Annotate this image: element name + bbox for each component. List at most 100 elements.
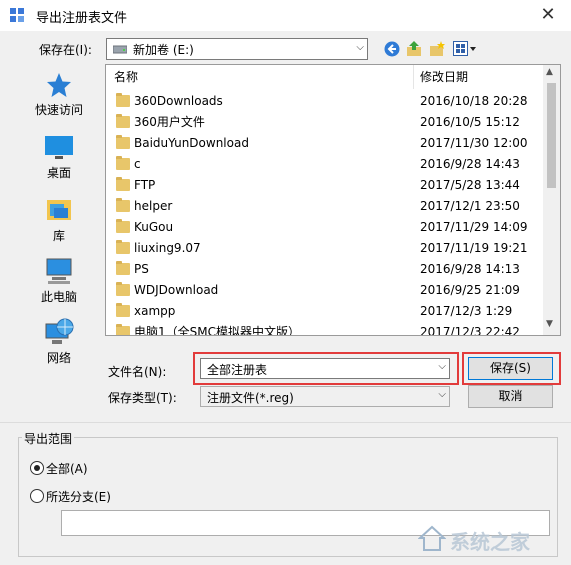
watermark-house-icon <box>418 525 446 551</box>
file-name: c <box>134 157 141 171</box>
file-date: 2016/9/28 14:43 <box>420 157 520 171</box>
sidebar-item-network[interactable]: 网络 <box>20 318 98 366</box>
filetype-label: 保存类型(T): <box>108 391 177 405</box>
file-name: PS <box>134 262 149 276</box>
save-dialog: 导出注册表文件 ✕ 保存在(I): 新加卷 (E:) ⌵ 快速访问 桌面 库 此… <box>0 0 571 565</box>
window-title: 导出注册表文件 <box>36 11 128 26</box>
sidebar-item-this-pc[interactable]: 此电脑 <box>20 257 98 305</box>
file-date: 2017/11/19 19:21 <box>420 241 528 255</box>
file-name: helper <box>134 199 173 213</box>
filetype-dropdown[interactable]: 注册文件(*.reg) ⌵ <box>200 386 450 407</box>
file-date: 2017/12/3 22:42 <box>420 325 520 336</box>
watermark-logo: 系统之家 <box>418 520 566 556</box>
folder-icon <box>116 177 130 191</box>
file-date: 2017/11/29 14:09 <box>420 220 528 234</box>
file-name: BaiduYunDownload <box>134 136 249 150</box>
file-row[interactable]: 360用户文件 2016/10/5 15:12 <box>106 112 542 133</box>
scroll-thumb[interactable] <box>547 83 556 188</box>
file-date: 2016/9/28 14:13 <box>420 262 520 276</box>
file-row[interactable]: xampp 2017/12/3 1:29 <box>106 301 542 322</box>
save-in-label: 保存在(I): <box>39 43 92 57</box>
quick-access-star-icon <box>47 73 71 97</box>
file-name: FTP <box>134 178 156 192</box>
file-date: 2017/12/3 1:29 <box>420 304 513 318</box>
file-row[interactable]: liuxing9.07 2017/11/19 19:21 <box>106 238 542 259</box>
folder-icon <box>116 135 130 149</box>
save-button[interactable]: 保存(S) <box>468 357 553 380</box>
filename-value: 全部注册表 <box>207 363 268 377</box>
up-folder-icon[interactable] <box>406 40 422 57</box>
vertical-scrollbar[interactable]: ▲ ▼ <box>543 65 560 335</box>
export-range-title: 导出范围 <box>22 430 75 447</box>
file-name: KuGou <box>134 220 174 234</box>
desktop-icon <box>45 136 73 159</box>
file-row[interactable]: BaiduYunDownload 2017/11/30 12:00 <box>106 133 542 154</box>
filename-field[interactable]: 全部注册表 ⌵ <box>200 358 450 379</box>
folder-icon <box>116 114 130 128</box>
network-icon <box>45 318 74 344</box>
column-divider <box>413 65 414 89</box>
scroll-down-icon[interactable]: ▼ <box>546 319 553 329</box>
file-list[interactable]: 名称 ⌃ 修改日期 360Downloads 2016/10/18 20:28 3… <box>105 64 561 336</box>
filename-label: 文件名(N): <box>108 365 167 379</box>
sidebar-item-label: 快速访问 <box>34 103 83 117</box>
file-row[interactable]: PS 2016/9/28 14:13 <box>106 259 542 280</box>
registry-editor-icon <box>10 8 24 22</box>
folder-icon <box>116 198 130 212</box>
title-bar: 导出注册表文件 ✕ <box>0 0 571 31</box>
sidebar-item-desktop[interactable]: 桌面 <box>20 135 98 181</box>
folder-icon <box>116 219 130 233</box>
view-menu-icon[interactable] <box>453 41 477 56</box>
folder-icon <box>116 261 130 275</box>
file-row[interactable]: KuGou 2017/11/29 14:09 <box>106 217 542 238</box>
chevron-down-icon: ⌵ <box>438 361 446 372</box>
file-row[interactable]: 电脑1（全SMC模拟器中文版） 2017/12/3 22:42 <box>106 322 542 336</box>
file-row[interactable]: helper 2017/12/1 23:50 <box>106 196 542 217</box>
close-icon[interactable]: ✕ <box>534 2 562 28</box>
sort-arrow-icon: ⌃ <box>259 64 268 72</box>
back-icon[interactable] <box>384 41 400 57</box>
file-row[interactable]: FTP 2017/5/28 13:44 <box>106 175 542 196</box>
file-date: 2017/12/1 23:50 <box>420 199 520 213</box>
folder-icon <box>116 324 130 335</box>
scroll-up-icon[interactable]: ▲ <box>546 67 553 77</box>
file-name: liuxing9.07 <box>134 241 201 255</box>
column-header-date[interactable]: 修改日期 <box>420 65 540 89</box>
drive-icon <box>113 45 127 54</box>
file-name: 360Downloads <box>134 94 223 108</box>
location-dropdown[interactable]: 新加卷 (E:) ⌵ <box>106 38 368 60</box>
file-date: 2017/5/28 13:44 <box>420 178 520 192</box>
computer-icon <box>46 258 72 284</box>
folder-icon <box>116 303 130 317</box>
radio-all[interactable] <box>30 461 44 475</box>
folder-icon <box>116 282 130 296</box>
file-name: xampp <box>134 304 176 318</box>
file-date: 2016/9/25 21:09 <box>420 283 520 297</box>
file-date: 2016/10/18 20:28 <box>420 94 528 108</box>
new-folder-icon[interactable] <box>429 40 446 57</box>
cancel-button[interactable]: 取消 <box>468 385 553 408</box>
radio-selected-branch-label[interactable]: 所选分支(E) <box>46 488 111 505</box>
radio-all-label[interactable]: 全部(A) <box>46 460 88 477</box>
file-row[interactable]: 360Downloads 2016/10/18 20:28 <box>106 91 542 112</box>
sidebar-item-quick-access[interactable]: 快速访问 <box>20 72 98 118</box>
location-value: 新加卷 (E:) <box>133 43 194 57</box>
file-row[interactable]: c 2016/9/28 14:43 <box>106 154 542 175</box>
file-row[interactable]: WDJDownload 2016/9/25 21:09 <box>106 280 542 301</box>
sidebar-item-label: 库 <box>52 229 65 243</box>
file-name: 电脑1（全SMC模拟器中文版） <box>134 325 300 336</box>
file-date: 2017/11/30 12:00 <box>420 136 528 150</box>
sidebar-item-library[interactable]: 库 <box>20 196 98 244</box>
file-name: 360用户文件 <box>134 115 205 129</box>
folder-icon <box>116 156 130 170</box>
file-name: WDJDownload <box>134 283 219 297</box>
chevron-down-icon: ⌵ <box>356 42 364 53</box>
radio-selected-branch[interactable] <box>30 489 44 503</box>
folder-icon <box>116 93 130 107</box>
sidebar-item-label: 桌面 <box>46 166 71 180</box>
watermark-text: 系统之家 <box>450 530 530 554</box>
file-date: 2016/10/5 15:12 <box>420 115 520 129</box>
divider <box>0 422 571 423</box>
sidebar-item-label: 此电脑 <box>40 290 77 304</box>
sidebar-item-label: 网络 <box>46 351 71 365</box>
